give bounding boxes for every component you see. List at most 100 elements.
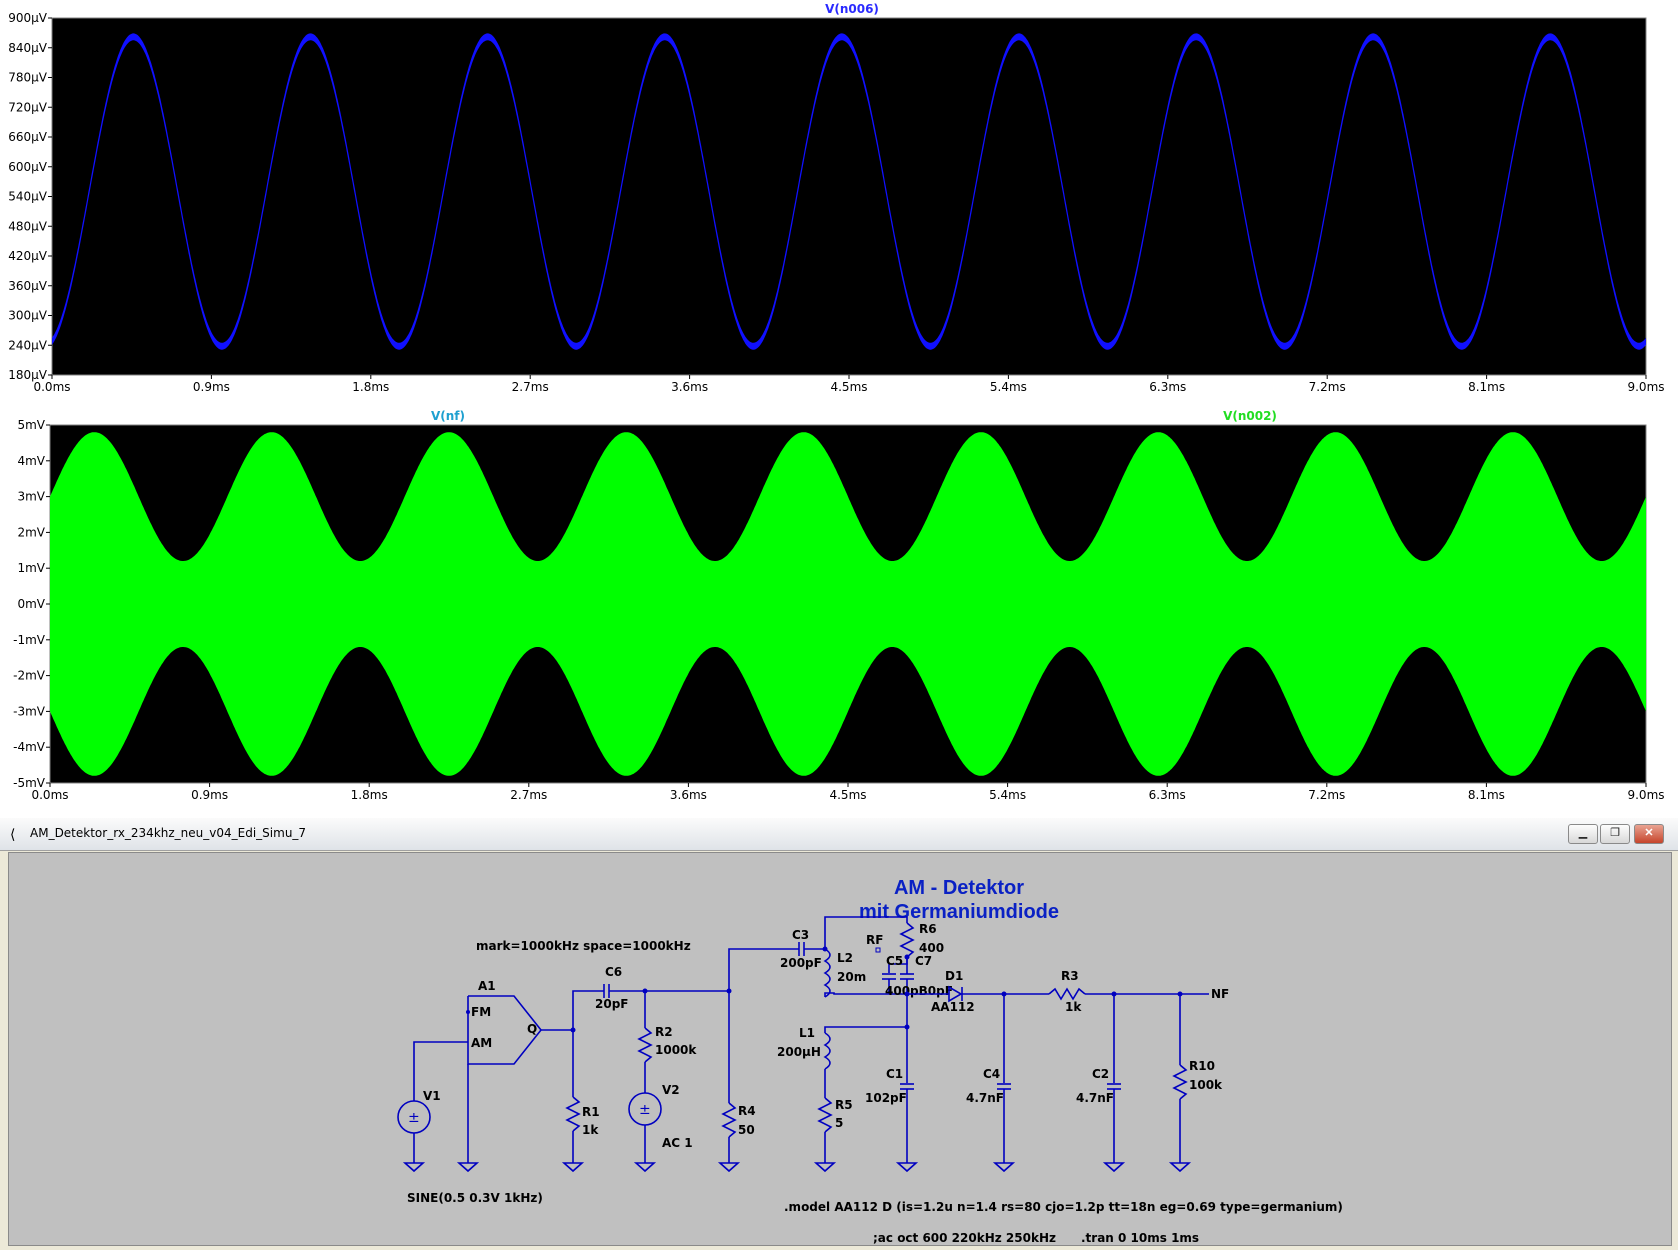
plot-pane-top[interactable]: V(n006) 900µV 840µV 780µV 720µV 660µV 600µV 54… <box>0 0 1678 400</box>
wire-rf-l1 <box>824 994 908 1033</box>
x-tick-label: 6.3ms <box>1149 380 1186 394</box>
trace-label-v-n006[interactable]: V(n006) <box>825 2 879 16</box>
x-tick-label: 1.8ms <box>351 788 388 802</box>
x-tick-label: 0.9ms <box>193 380 230 394</box>
c4-label[interactable]: C4 <box>983 1067 1000 1081</box>
rf-node-label[interactable]: RF <box>866 933 883 947</box>
schematic-title-line2: mit Germaniumdiode <box>859 901 1059 923</box>
l1-value[interactable]: 200µH <box>777 1045 821 1059</box>
c5-label[interactable]: C5 <box>886 954 903 968</box>
r4-resistor-symbol[interactable] <box>721 1102 737 1138</box>
ground-icon-c1 <box>895 1162 919 1173</box>
d1-value[interactable]: AA112 <box>931 1000 975 1014</box>
x-tick-label: 5.4ms <box>990 380 1027 394</box>
c6-value[interactable]: 20pF <box>595 997 629 1011</box>
y-tick-label: 720µV <box>8 100 48 114</box>
r6-resistor-symbol[interactable] <box>899 922 915 958</box>
restore-button[interactable]: ❐ <box>1600 824 1630 844</box>
c2-label[interactable]: C2 <box>1092 1067 1109 1081</box>
x-tick-label: 1.8ms <box>352 380 389 394</box>
window-titlebar[interactable]: ⟨ AM_Detektor_rx_234khz_neu_v04_Edi_Simu… <box>0 818 1678 851</box>
x-tick-label: 9.0ms <box>1627 788 1664 802</box>
y-tick-label: 2mV <box>17 525 45 539</box>
r3-value[interactable]: 1k <box>1065 1000 1082 1014</box>
r4-value[interactable]: 50 <box>738 1123 755 1137</box>
r1-label[interactable]: R1 <box>582 1105 600 1119</box>
r10-label[interactable]: R10 <box>1189 1059 1215 1073</box>
plot-bottom-svg[interactable]: V(nf) V(n002) 5mV 4mV 3mV 2mV 1mV 0mV -1mV -2mV… <box>0 403 1678 813</box>
x-tick-label: 2.7ms <box>510 788 547 802</box>
x-tick-label: 0.0ms <box>33 380 70 394</box>
l1-inductor-symbol[interactable] <box>823 1032 831 1070</box>
v2-label[interactable]: V2 <box>662 1083 680 1097</box>
ground-icon-r5 <box>813 1162 837 1173</box>
y-tick-label: 480µV <box>8 219 48 233</box>
c5-c7-value[interactable]: 400pB0pF <box>885 984 953 998</box>
r6-label[interactable]: R6 <box>919 922 937 936</box>
c1-value[interactable]: 102pF <box>865 1091 907 1105</box>
y-tick-label: 900µV <box>8 11 48 25</box>
ground-icon-r4 <box>717 1162 741 1173</box>
r5-value[interactable]: 5 <box>835 1116 843 1130</box>
y-tick-label: 360µV <box>8 279 48 293</box>
tran-directive[interactable]: .tran 0 10ms 1ms <box>1081 1231 1199 1245</box>
v1-value[interactable]: SINE(0.5 0.3V 1kHz) <box>407 1191 543 1205</box>
source-params-label[interactable]: mark=1000kHz space=1000kHz <box>476 939 691 953</box>
schematic-window[interactable]: ⟨ AM_Detektor_rx_234khz_neu_v04_Edi_Simu… <box>0 818 1678 1250</box>
r1-value[interactable]: 1k <box>582 1123 599 1137</box>
y-tick-label: 1mV <box>17 561 45 575</box>
r2-value[interactable]: 1000k <box>655 1043 697 1057</box>
l2-value[interactable]: 20m <box>837 970 866 984</box>
r5-label[interactable]: R5 <box>835 1098 853 1112</box>
y-tick-label: 3mV <box>17 490 45 504</box>
trace-label-v-nf[interactable]: V(nf) <box>431 409 465 423</box>
y-tick-label: 540µV <box>8 190 48 204</box>
trace-label-v-n002[interactable]: V(n002) <box>1223 409 1277 423</box>
plot-pane-bottom[interactable]: V(nf) V(n002) 5mV 4mV 3mV 2mV 1mV 0mV -1mV -2mV… <box>0 403 1678 813</box>
y-tick-label: 300µV <box>8 309 48 323</box>
d1-label[interactable]: D1 <box>945 969 963 983</box>
model-directive[interactable]: .model AA112 D (is=1.2u n=1.4 rs=80 cjo=… <box>784 1200 1343 1214</box>
r2-label[interactable]: R2 <box>655 1025 673 1039</box>
nf-net-label[interactable]: NF <box>1211 987 1229 1001</box>
ground-icon-v1 <box>402 1162 426 1173</box>
r5-resistor-symbol[interactable] <box>817 1097 833 1133</box>
c3-label[interactable]: C3 <box>792 928 809 942</box>
r3-resistor-symbol[interactable] <box>1048 987 1086 1001</box>
y-tick-label: 0mV <box>17 597 45 611</box>
schematic-canvas[interactable]: AM - Detektor mit Germaniumdiode mark=10… <box>8 852 1672 1246</box>
r1-resistor-symbol[interactable] <box>565 1096 581 1132</box>
close-button[interactable]: ✕ <box>1634 824 1664 844</box>
minimize-button[interactable]: ▁ <box>1568 824 1598 844</box>
v1-label[interactable]: V1 <box>423 1089 441 1103</box>
schematic-svg[interactable]: AM - Detektor mit Germaniumdiode mark=10… <box>9 853 1671 1245</box>
a1-label[interactable]: A1 <box>478 979 496 993</box>
c2-value[interactable]: 4.7nF <box>1076 1091 1114 1105</box>
c1-label[interactable]: C1 <box>886 1067 903 1081</box>
r10-resistor-symbol[interactable] <box>1172 1064 1188 1100</box>
l2-inductor-symbol[interactable] <box>823 948 831 998</box>
l1-label[interactable]: L1 <box>799 1026 815 1040</box>
r4-label[interactable]: R4 <box>738 1104 756 1118</box>
r2-resistor-symbol[interactable] <box>637 1027 653 1063</box>
x-tick-label: 6.3ms <box>1149 788 1186 802</box>
x-tick-label: 4.5ms <box>830 380 867 394</box>
plot-top-svg[interactable]: V(n006) 900µV 840µV 780µV 720µV 660µV 600µV 54… <box>0 0 1678 400</box>
r3-label[interactable]: R3 <box>1061 969 1079 983</box>
x-tick-label: 0.9ms <box>191 788 228 802</box>
v2-value[interactable]: AC 1 <box>662 1136 693 1150</box>
c6-label[interactable]: C6 <box>605 965 622 979</box>
x-tick-label: 2.7ms <box>512 380 549 394</box>
r6-value[interactable]: 400 <box>919 941 944 955</box>
x-tick-label: 7.2ms <box>1309 380 1346 394</box>
c7-label[interactable]: C7 <box>915 954 932 968</box>
r10-value[interactable]: 100k <box>1189 1078 1223 1092</box>
c4-value[interactable]: 4.7nF <box>966 1091 1004 1105</box>
a1-q-pin: Q <box>527 1022 537 1036</box>
ac-directive[interactable]: ;ac oct 600 220kHz 250kHz <box>873 1231 1056 1245</box>
c3-value[interactable]: 200pF <box>780 956 822 970</box>
x-tick-label: 0.0ms <box>31 788 68 802</box>
x-tick-label: 8.1ms <box>1468 788 1505 802</box>
l2-label[interactable]: L2 <box>837 951 853 965</box>
y-tick-label: 660µV <box>8 130 48 144</box>
